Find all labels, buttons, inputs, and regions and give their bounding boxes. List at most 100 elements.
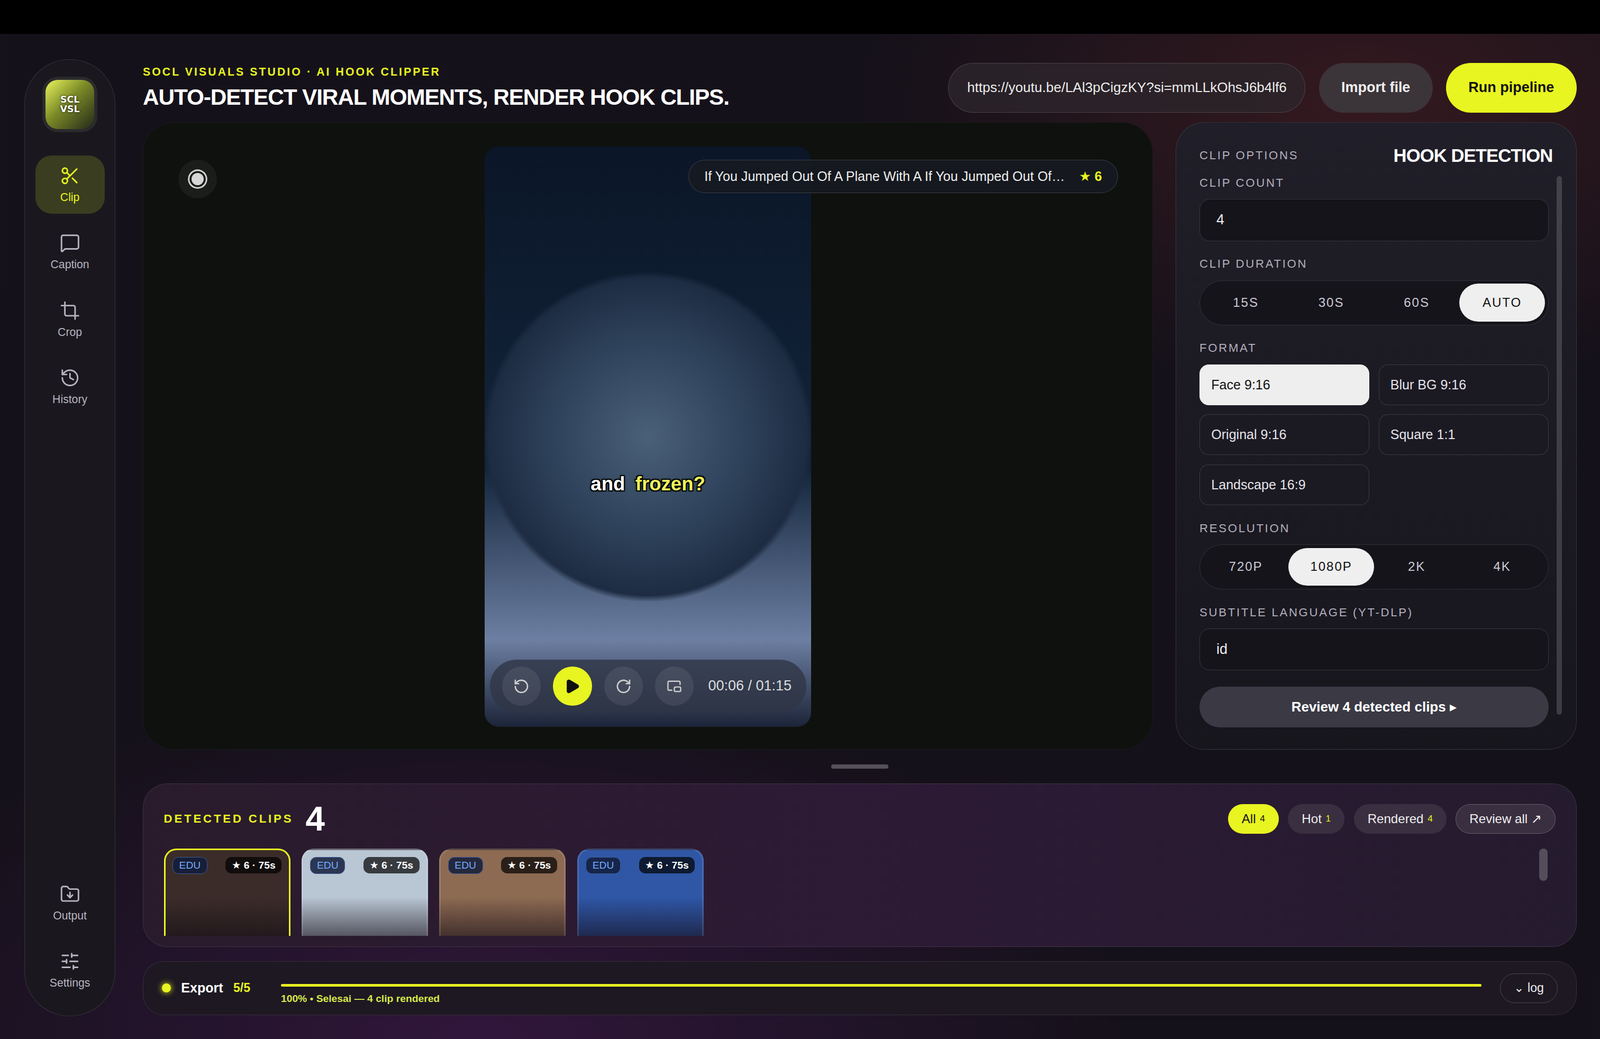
- progress-fill: [280, 984, 1482, 988]
- format-option[interactable]: Original 9:16: [1199, 414, 1370, 456]
- filter-count: 4: [1427, 813, 1433, 825]
- logo[interactable]: SCLVSL: [45, 79, 95, 130]
- segmented-control: 15S30S60SAUTO: [1199, 280, 1549, 326]
- clip-title-pill: If You Jumped Out Of A Plane With A If Y…: [688, 159, 1118, 194]
- clip-tag: EDU: [172, 857, 208, 875]
- nav-group: Clip Caption Crop History: [35, 155, 105, 416]
- forward-button[interactable]: [604, 666, 643, 706]
- filter-chip[interactable]: All4: [1228, 804, 1279, 834]
- field-label: SUBTITLE LANGUAGE (YT-DLP): [1199, 605, 1549, 620]
- scissors-icon: [59, 165, 81, 187]
- export-status: 100% • Selesai — 4 clip rendered: [280, 993, 1482, 1005]
- sidebar-item[interactable]: Clip: [35, 155, 105, 214]
- sidebar-item[interactable]: Crop: [35, 290, 105, 349]
- format-option[interactable]: Square 1:1: [1378, 414, 1549, 456]
- panel-heading: HOOK DETECTION: [1393, 145, 1553, 167]
- segment-option[interactable]: 30S: [1288, 283, 1375, 322]
- resize-handle-row: [142, 749, 1577, 784]
- segment-option[interactable]: 60S: [1374, 283, 1460, 322]
- run-button[interactable]: Run pipeline: [1446, 62, 1577, 113]
- rewind-button[interactable]: [502, 666, 541, 706]
- clips-scrollbar[interactable]: [1539, 848, 1548, 882]
- field-label: CLIP COUNT: [1199, 176, 1549, 190]
- main-row: If You Jumped Out Of A Plane With A If Y…: [142, 122, 1577, 750]
- resize-handle[interactable]: [831, 764, 889, 769]
- sidebar-label: Crop: [57, 325, 83, 339]
- clip-tag: EDU: [585, 857, 621, 875]
- format-option[interactable]: Face 9:16: [1199, 364, 1370, 406]
- clip-tag: EDU: [310, 857, 345, 875]
- review-clips-button[interactable]: Review 4 detected clips ▸: [1199, 686, 1549, 728]
- review-all-button[interactable]: Review all ↗: [1455, 804, 1556, 834]
- field-label: RESOLUTION: [1199, 521, 1549, 536]
- clip-filters: All4Hot1Rendered4Review all ↗: [1228, 804, 1556, 834]
- clips-header: DETECTED CLIPS4All4Hot1Rendered4Review a…: [164, 798, 1557, 840]
- filter-count: 4: [1259, 813, 1266, 825]
- segment-option[interactable]: 2K: [1374, 548, 1460, 586]
- filter-chip[interactable]: Hot1: [1287, 804, 1345, 834]
- filter-chip[interactable]: Rendered4: [1353, 804, 1447, 834]
- play-button[interactable]: [552, 666, 592, 706]
- filter-label: All: [1241, 811, 1257, 827]
- play-icon: [564, 678, 581, 695]
- segment-option[interactable]: 4K: [1459, 548, 1545, 586]
- record-button[interactable]: [178, 159, 217, 199]
- options-panel: CLIP OPTIONSHOOK DETECTIONCLIP COUNT4CLI…: [1175, 122, 1577, 750]
- scrollbar[interactable]: [1556, 176, 1562, 715]
- preview-panel: If You Jumped Out Of A Plane With A If Y…: [142, 122, 1153, 750]
- app-body: SCLVSL Clip Caption Crop History Output Settin…: [0, 33, 1600, 1039]
- header-actions: https://youtu.be/LAl3pCigzKY?si=mmLLkOhs…: [948, 62, 1577, 113]
- status-dot: [161, 983, 171, 993]
- sidebar-item[interactable]: Output: [35, 874, 105, 933]
- options-body: CLIP COUNT 4 CLIP DURATION 15S30S60SAUTO FOR…: [1199, 176, 1562, 750]
- export-progress: 100% • Selesai — 4 clip rendered: [280, 971, 1482, 1005]
- sidebar-item[interactable]: Caption: [35, 222, 105, 281]
- url-input[interactable]: https://youtu.be/LAl3pCigzKY?si=mmLLkOhs…: [948, 62, 1306, 113]
- clips-title: DETECTED CLIPS4: [164, 801, 325, 837]
- format-option[interactable]: Blur BG 9:16: [1378, 364, 1549, 406]
- segment-option[interactable]: 1080P: [1288, 548, 1375, 586]
- folder-download-icon: [59, 884, 81, 905]
- field-label: CLIP DURATION: [1199, 257, 1549, 271]
- options-content: CLIP COUNT 4 CLIP DURATION 15S30S60SAUTO FOR…: [1199, 176, 1549, 750]
- caption-overlay: andfrozen?: [484, 473, 812, 496]
- clip-thumbnail[interactable]: EDU★ 6 · 75s: [439, 848, 566, 937]
- clip-thumbnail[interactable]: EDU★ 6 · 75s: [301, 848, 429, 937]
- options-header: CLIP OPTIONSHOOK DETECTION: [1199, 145, 1562, 167]
- page-title: AUTO-DETECT VIRAL MOMENTS, RENDER HOOK C…: [142, 84, 730, 111]
- format-option[interactable]: Landscape 16:9: [1199, 464, 1370, 506]
- log-button[interactable]: ⌄ log: [1500, 973, 1558, 1004]
- segment-option[interactable]: AUTO: [1459, 283, 1545, 322]
- clip-rating: ★ 6 · 75s: [639, 857, 696, 874]
- clip-thumbnail[interactable]: EDU ★ 6 · 75s: [577, 848, 704, 937]
- subtitle-field: SUBTITLE LANGUAGE (YT-DLP) id: [1199, 605, 1549, 671]
- clip-thumbnail[interactable]: EDU★ 6 · 75s: [164, 848, 291, 937]
- sliders-icon: [59, 951, 81, 972]
- title-block: SOCL VISUALS STUDIO · AI HOOK CLIPPER AUT…: [142, 65, 730, 111]
- clip-count-input[interactable]: 4: [1199, 198, 1549, 241]
- import-button[interactable]: Import file: [1319, 62, 1433, 113]
- pip-icon: [666, 678, 683, 695]
- caption-word: frozen?: [635, 473, 706, 496]
- format-grid: Face 9:16Blur BG 9:16Original 9:16Square…: [1199, 364, 1549, 506]
- sidebar: SCLVSL Clip Caption Crop History Output Settin…: [24, 59, 116, 1017]
- eyebrow: SOCL VISUALS STUDIO · AI HOOK CLIPPER: [142, 65, 730, 79]
- sidebar-label: Clip: [60, 191, 80, 204]
- duration-field: CLIP DURATION 15S30S60SAUTO: [1199, 257, 1549, 325]
- video-frame[interactable]: andfrozen?00:06 / 01:15: [484, 146, 812, 727]
- top-bar: [0, 0, 1600, 34]
- rewind-icon: [513, 678, 530, 695]
- segment-option[interactable]: 15S: [1203, 283, 1289, 322]
- subtitle-input[interactable]: id: [1199, 628, 1549, 671]
- segment-option[interactable]: 720P: [1203, 548, 1289, 586]
- pip-button[interactable]: [655, 666, 694, 706]
- logo-text: VSL: [60, 104, 80, 114]
- format-field: FORMATFace 9:16Blur BG 9:16Original 9:16…: [1199, 341, 1549, 505]
- sidebar-item[interactable]: History: [35, 357, 105, 416]
- crop-icon: [59, 300, 81, 322]
- resolution-field: RESOLUTION 720P1080P2K4K: [1199, 521, 1549, 590]
- segmented-control: 720P1080P2K4K: [1199, 544, 1549, 590]
- clip-title: If You Jumped Out Of A Plane With A If Y…: [704, 168, 1065, 185]
- sidebar-item[interactable]: Settings: [35, 941, 105, 1000]
- sidebar-label: Output: [52, 909, 87, 923]
